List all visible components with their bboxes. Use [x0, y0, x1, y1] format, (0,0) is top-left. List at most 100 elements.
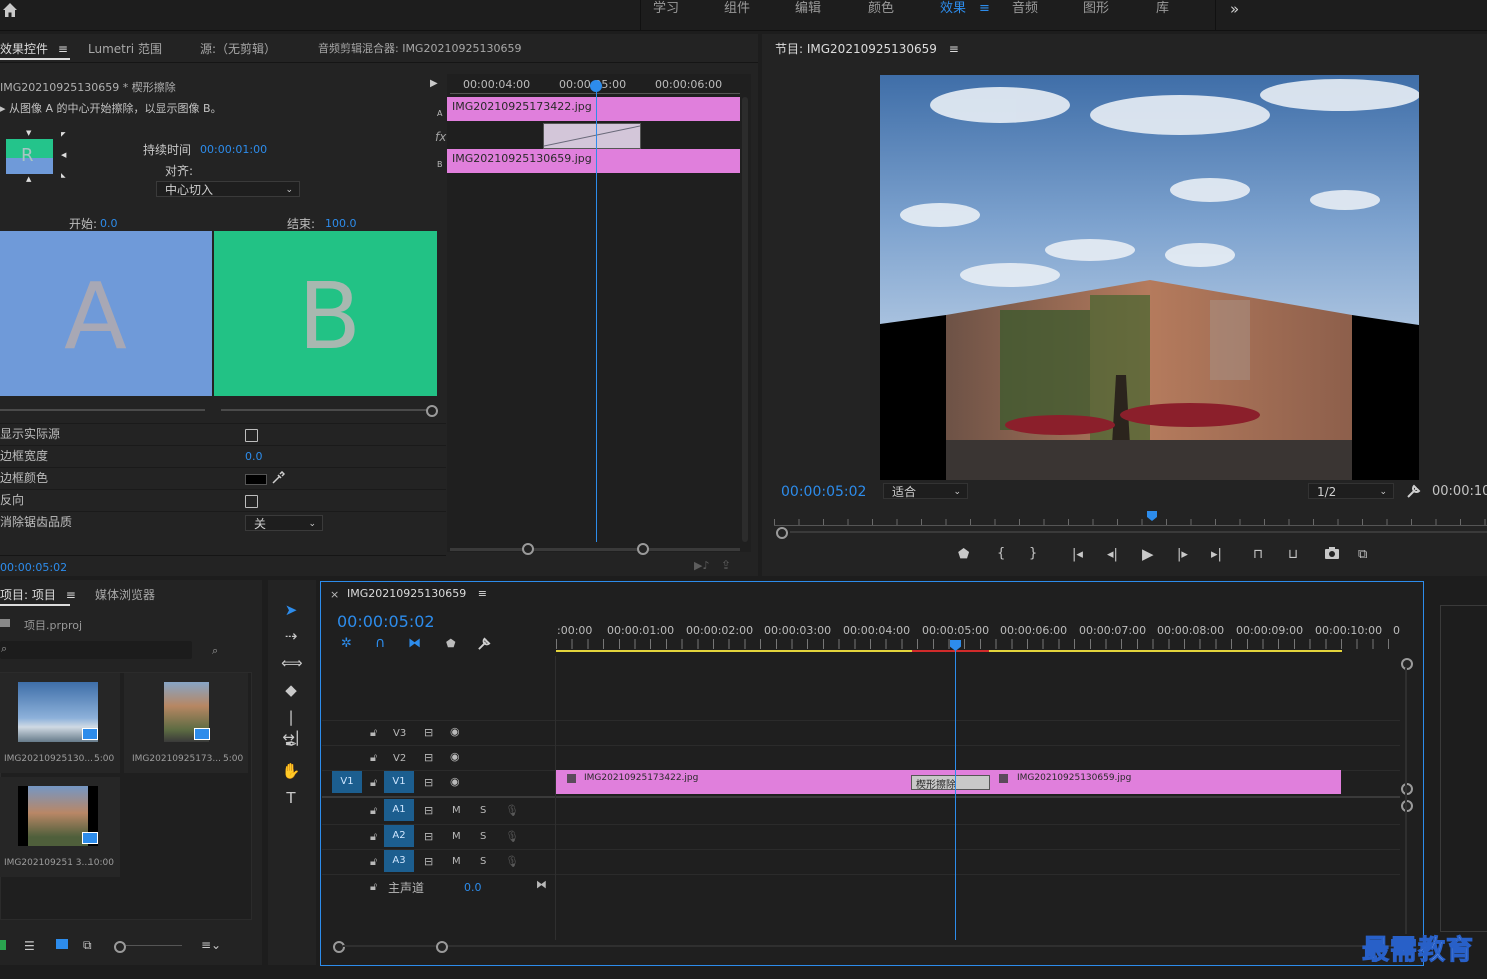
eye-icon[interactable]: ◉ — [450, 725, 460, 738]
vscroll-handle[interactable] — [1401, 800, 1413, 812]
solo-button[interactable]: S — [480, 805, 486, 816]
mini-hscroll-right-handle[interactable] — [637, 543, 649, 555]
add-marker-icon[interactable]: ⬟ — [446, 637, 456, 650]
freeform-view-icon[interactable]: ⧉ — [83, 938, 92, 953]
write-protect-icon[interactable] — [0, 940, 6, 950]
tab-effect-controls[interactable]: 效果控件 ≡ — [0, 40, 68, 57]
master-volume-value[interactable]: 0.0 — [464, 881, 482, 894]
mute-button[interactable]: M — [452, 856, 461, 867]
play-audio-icon[interactable]: ▶♪ — [694, 559, 709, 572]
voiceover-mic-icon[interactable]: 🎙︎ — [505, 830, 519, 843]
source-patch-v1[interactable]: V1 — [332, 771, 362, 793]
mini-playhead-head[interactable] — [590, 80, 602, 92]
lock-icon[interactable]: 🔓︎ — [370, 726, 377, 740]
transition-thumbnail[interactable]: R — [6, 139, 53, 174]
solo-button[interactable]: S — [480, 856, 486, 867]
lift-icon[interactable]: ⊓ — [1253, 547, 1263, 562]
border-color-swatch[interactable] — [245, 474, 267, 485]
type-tool-icon[interactable]: T — [281, 788, 301, 808]
mini-hscroll[interactable] — [450, 548, 740, 551]
track-target-a3[interactable]: A3 — [384, 850, 414, 872]
start-value[interactable]: 0.0 — [100, 217, 118, 230]
corner-selector-icon[interactable]: ◣ — [61, 172, 66, 179]
tab-menu-icon[interactable]: ≡ — [478, 587, 487, 600]
wrench-icon[interactable] — [1406, 483, 1422, 502]
tab-menu-icon[interactable]: ≡ — [66, 588, 76, 602]
lock-icon[interactable]: 🔓︎ — [370, 751, 377, 765]
step-forward-icon[interactable]: |▸ — [1177, 547, 1188, 562]
nest-toggle-icon[interactable]: ✲ — [341, 636, 352, 651]
track-label[interactable]: V2 — [393, 753, 406, 764]
mini-fx-icon[interactable]: fx — [435, 130, 446, 144]
edge-selector-top-icon[interactable]: ▼ — [26, 129, 31, 137]
selection-tool-icon[interactable]: ➤ — [281, 600, 301, 620]
list-view-icon[interactable]: ☰ — [24, 939, 35, 953]
workspace-tab-graphics[interactable]: 图形 — [1083, 0, 1109, 24]
resolution-dropdown[interactable]: 1/2 ⌄ — [1308, 483, 1394, 499]
timeline-ruler[interactable] — [556, 639, 1398, 649]
start-slider[interactable] — [0, 409, 205, 411]
razor-tool-icon[interactable]: ◆ — [281, 680, 301, 700]
mute-button[interactable]: M — [452, 831, 461, 842]
track-target-a1[interactable]: A1 — [384, 799, 414, 821]
extract-icon[interactable]: ⊔ — [1288, 547, 1298, 562]
workspace-tab-audio[interactable]: 音频 — [1012, 0, 1038, 24]
pen-tool-icon[interactable]: ✒ — [281, 734, 301, 754]
project-item[interactable]: IMG202109251 3... 10:00 — [0, 777, 120, 877]
eye-icon[interactable]: ◉ — [450, 750, 460, 763]
tab-project[interactable]: 项目: 项目 ≡ — [0, 586, 76, 603]
slip-tool-icon[interactable]: |↔| — [281, 707, 301, 746]
tab-media-browser[interactable]: 媒体浏览器 — [95, 586, 155, 603]
program-timecode[interactable]: 00:00:05:02 — [781, 484, 866, 500]
lock-icon[interactable]: 🔓︎ — [370, 880, 377, 894]
more-workspaces-icon[interactable]: » — [1230, 0, 1239, 24]
sequence-timecode[interactable]: 00:00:05:02 — [337, 612, 435, 631]
hscroll-left-handle[interactable] — [333, 941, 345, 953]
vscroll-handle[interactable] — [1401, 783, 1413, 795]
mini-hscroll-left-handle[interactable] — [522, 543, 534, 555]
go-to-in-icon[interactable]: |◂ — [1072, 547, 1083, 562]
lock-icon[interactable]: 🔓︎ — [370, 776, 377, 790]
sync-lock-icon[interactable]: ⊟ — [424, 830, 433, 843]
tab-audio-clip-mixer[interactable]: 音频剪辑混合器: IMG20210925130659 — [318, 40, 521, 56]
tab-source[interactable]: 源:（无剪辑） — [200, 40, 276, 57]
panel-menu-icon[interactable]: ≡ — [949, 42, 959, 56]
close-sequence-icon[interactable]: × — [330, 588, 339, 601]
mini-clip-a[interactable]: IMG20210925173422.jpg — [447, 97, 740, 121]
sync-lock-icon[interactable]: ⊟ — [424, 751, 433, 764]
solo-button[interactable]: S — [480, 831, 486, 842]
go-to-out-icon[interactable]: ▸| — [1211, 547, 1222, 562]
play-icon[interactable]: ▶ — [1142, 545, 1154, 563]
border-width-value[interactable]: 0.0 — [245, 446, 263, 467]
timeline-vscroll[interactable] — [1405, 668, 1407, 934]
workspace-menu-icon[interactable]: ≡ — [979, 0, 990, 24]
program-monitor-title[interactable]: 节目: IMG20210925130659 ≡ — [775, 40, 959, 57]
mini-transition[interactable] — [543, 123, 641, 149]
end-slider[interactable] — [221, 409, 427, 411]
voiceover-mic-icon[interactable]: 🎙︎ — [505, 804, 519, 817]
go-to-edit-icon[interactable]: ⧓ — [536, 878, 547, 891]
sequence-tab[interactable]: IMG20210925130659 ≡ — [347, 587, 487, 600]
edge-selector-bottom-icon[interactable]: ▲ — [26, 175, 31, 183]
corner-selector-icon[interactable]: ◤ — [61, 131, 66, 138]
zoom-slider[interactable] — [126, 945, 182, 946]
mute-button[interactable]: M — [452, 805, 461, 816]
workspace-tab-learn[interactable]: 学习 — [653, 0, 679, 24]
show-source-checkbox[interactable] — [245, 429, 258, 442]
workspace-tab-libraries[interactable]: 库 — [1156, 0, 1169, 24]
mark-in-icon[interactable]: { — [997, 546, 1005, 561]
sync-lock-icon[interactable]: ⊟ — [424, 726, 433, 739]
program-zoom-bar[interactable] — [790, 531, 1487, 533]
program-ruler[interactable] — [774, 513, 1487, 526]
end-slider-handle[interactable] — [426, 405, 438, 417]
expand-arrow-icon[interactable]: ▶ — [430, 78, 438, 89]
icon-view-icon[interactable] — [56, 939, 68, 949]
timeline-transition[interactable]: 楔形擦除 — [911, 775, 990, 791]
mark-out-icon[interactable]: } — [1029, 546, 1037, 561]
sort-icon[interactable]: ≡⌄ — [201, 938, 221, 952]
ripple-edit-tool-icon[interactable]: ⟺ — [281, 653, 303, 673]
workspace-tab-color[interactable]: 颜色 — [868, 0, 894, 24]
collapse-triangle-icon[interactable]: ▸ — [0, 102, 9, 115]
new-search-bin-icon[interactable]: ⌕ — [212, 644, 218, 658]
track-target-v1[interactable]: V1 — [384, 771, 414, 793]
